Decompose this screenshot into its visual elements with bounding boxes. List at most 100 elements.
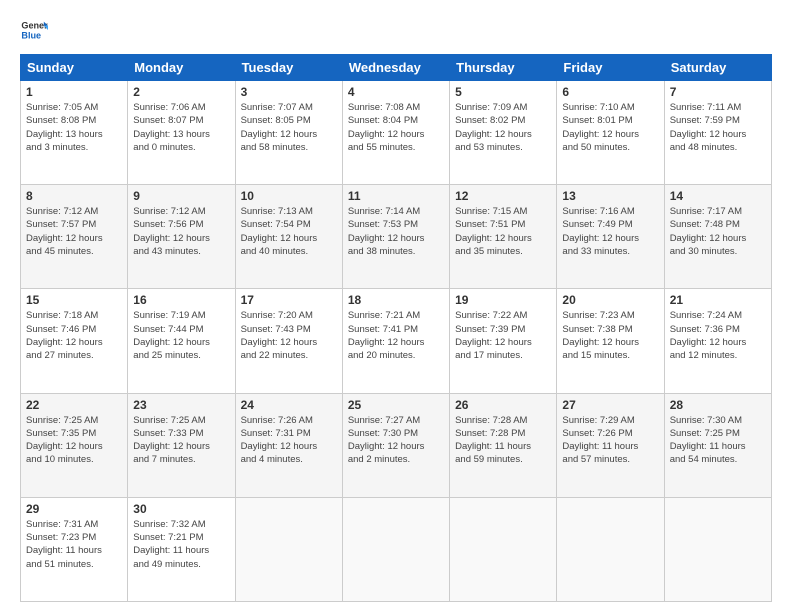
- week-row-3: 15 Sunrise: 7:18 AM Sunset: 7:46 PM Dayli…: [21, 289, 772, 393]
- day-info: Sunrise: 7:10 AM Sunset: 8:01 PM Dayligh…: [562, 101, 658, 154]
- day-cell: 16 Sunrise: 7:19 AM Sunset: 7:44 PM Dayli…: [128, 289, 235, 393]
- logo: General Blue: [20, 16, 48, 44]
- day-cell: 30 Sunrise: 7:32 AM Sunset: 7:21 PM Dayli…: [128, 497, 235, 601]
- day-cell: 7 Sunrise: 7:11 AM Sunset: 7:59 PM Daylig…: [664, 81, 771, 185]
- weekday-header-tuesday: Tuesday: [235, 55, 342, 81]
- day-cell: [557, 497, 664, 601]
- day-number: 28: [670, 398, 766, 412]
- day-number: 13: [562, 189, 658, 203]
- week-row-4: 22 Sunrise: 7:25 AM Sunset: 7:35 PM Dayli…: [21, 393, 772, 497]
- day-info: Sunrise: 7:32 AM Sunset: 7:21 PM Dayligh…: [133, 518, 229, 571]
- day-info: Sunrise: 7:20 AM Sunset: 7:43 PM Dayligh…: [241, 309, 337, 362]
- logo-icon: General Blue: [20, 16, 48, 44]
- day-info: Sunrise: 7:08 AM Sunset: 8:04 PM Dayligh…: [348, 101, 444, 154]
- day-cell: 14Sunrise: 7:17 AM Sunset: 7:48 PM Dayli…: [664, 185, 771, 289]
- day-number: 9: [133, 189, 229, 203]
- day-cell: 18Sunrise: 7:21 AM Sunset: 7:41 PM Dayli…: [342, 289, 449, 393]
- day-number: 27: [562, 398, 658, 412]
- day-number: 4: [348, 85, 444, 99]
- day-number: 16: [133, 293, 229, 307]
- weekday-header-thursday: Thursday: [450, 55, 557, 81]
- weekday-header-wednesday: Wednesday: [342, 55, 449, 81]
- day-info: Sunrise: 7:23 AM Sunset: 7:38 PM Dayligh…: [562, 309, 658, 362]
- day-cell: 26Sunrise: 7:28 AM Sunset: 7:28 PM Dayli…: [450, 393, 557, 497]
- day-info: Sunrise: 7:16 AM Sunset: 7:49 PM Dayligh…: [562, 205, 658, 258]
- day-info: Sunrise: 7:07 AM Sunset: 8:05 PM Dayligh…: [241, 101, 337, 154]
- day-number: 18: [348, 293, 444, 307]
- day-cell: [235, 497, 342, 601]
- day-info: Sunrise: 7:31 AM Sunset: 7:23 PM Dayligh…: [26, 518, 122, 571]
- day-number: 7: [670, 85, 766, 99]
- week-row-5: 29 Sunrise: 7:31 AM Sunset: 7:23 PM Dayli…: [21, 497, 772, 601]
- day-number: 25: [348, 398, 444, 412]
- day-info: Sunrise: 7:11 AM Sunset: 7:59 PM Dayligh…: [670, 101, 766, 154]
- day-cell: 6 Sunrise: 7:10 AM Sunset: 8:01 PM Daylig…: [557, 81, 664, 185]
- day-number: 19: [455, 293, 551, 307]
- day-cell: 29 Sunrise: 7:31 AM Sunset: 7:23 PM Dayli…: [21, 497, 128, 601]
- day-cell: 27 Sunrise: 7:29 AM Sunset: 7:26 PM Dayli…: [557, 393, 664, 497]
- day-cell: 8 Sunrise: 7:12 AM Sunset: 7:57 PM Daylig…: [21, 185, 128, 289]
- day-info: Sunrise: 7:06 AM Sunset: 8:07 PM Dayligh…: [133, 101, 229, 154]
- day-number: 11: [348, 189, 444, 203]
- day-number: 10: [241, 189, 337, 203]
- day-number: 3: [241, 85, 337, 99]
- day-cell: 2Sunrise: 7:06 AM Sunset: 8:07 PM Daylig…: [128, 81, 235, 185]
- day-cell: [664, 497, 771, 601]
- calendar-table: SundayMondayTuesdayWednesdayThursdayFrid…: [20, 54, 772, 602]
- day-info: Sunrise: 7:05 AM Sunset: 8:08 PM Dayligh…: [26, 101, 122, 154]
- day-cell: 21 Sunrise: 7:24 AM Sunset: 7:36 PM Dayli…: [664, 289, 771, 393]
- day-number: 24: [241, 398, 337, 412]
- day-number: 21: [670, 293, 766, 307]
- day-cell: 10 Sunrise: 7:13 AM Sunset: 7:54 PM Dayli…: [235, 185, 342, 289]
- day-cell: 25Sunrise: 7:27 AM Sunset: 7:30 PM Dayli…: [342, 393, 449, 497]
- day-number: 22: [26, 398, 122, 412]
- weekday-header-monday: Monday: [128, 55, 235, 81]
- day-number: 1: [26, 85, 122, 99]
- day-cell: 28 Sunrise: 7:30 AM Sunset: 7:25 PM Dayli…: [664, 393, 771, 497]
- day-cell: [450, 497, 557, 601]
- day-number: 29: [26, 502, 122, 516]
- day-number: 17: [241, 293, 337, 307]
- day-number: 5: [455, 85, 551, 99]
- day-cell: 24 Sunrise: 7:26 AM Sunset: 7:31 PM Dayli…: [235, 393, 342, 497]
- day-number: 15: [26, 293, 122, 307]
- day-info: Sunrise: 7:13 AM Sunset: 7:54 PM Dayligh…: [241, 205, 337, 258]
- day-number: 23: [133, 398, 229, 412]
- svg-text:Blue: Blue: [21, 30, 41, 40]
- day-number: 8: [26, 189, 122, 203]
- weekday-header-sunday: Sunday: [21, 55, 128, 81]
- day-cell: 5Sunrise: 7:09 AM Sunset: 8:02 PM Daylig…: [450, 81, 557, 185]
- weekday-header-saturday: Saturday: [664, 55, 771, 81]
- day-cell: 15 Sunrise: 7:18 AM Sunset: 7:46 PM Dayli…: [21, 289, 128, 393]
- week-row-1: 1 Sunrise: 7:05 AM Sunset: 8:08 PM Daylig…: [21, 81, 772, 185]
- day-info: Sunrise: 7:26 AM Sunset: 7:31 PM Dayligh…: [241, 414, 337, 467]
- day-info: Sunrise: 7:30 AM Sunset: 7:25 PM Dayligh…: [670, 414, 766, 467]
- day-cell: 22 Sunrise: 7:25 AM Sunset: 7:35 PM Dayli…: [21, 393, 128, 497]
- day-info: Sunrise: 7:25 AM Sunset: 7:33 PM Dayligh…: [133, 414, 229, 467]
- day-info: Sunrise: 7:24 AM Sunset: 7:36 PM Dayligh…: [670, 309, 766, 362]
- day-cell: 12Sunrise: 7:15 AM Sunset: 7:51 PM Dayli…: [450, 185, 557, 289]
- day-info: Sunrise: 7:17 AM Sunset: 7:48 PM Dayligh…: [670, 205, 766, 258]
- day-cell: 20 Sunrise: 7:23 AM Sunset: 7:38 PM Dayli…: [557, 289, 664, 393]
- day-cell: 1 Sunrise: 7:05 AM Sunset: 8:08 PM Daylig…: [21, 81, 128, 185]
- day-number: 6: [562, 85, 658, 99]
- day-info: Sunrise: 7:29 AM Sunset: 7:26 PM Dayligh…: [562, 414, 658, 467]
- day-cell: 17 Sunrise: 7:20 AM Sunset: 7:43 PM Dayli…: [235, 289, 342, 393]
- day-info: Sunrise: 7:18 AM Sunset: 7:46 PM Dayligh…: [26, 309, 122, 362]
- day-info: Sunrise: 7:12 AM Sunset: 7:57 PM Dayligh…: [26, 205, 122, 258]
- page-header: General Blue: [20, 16, 772, 44]
- day-info: Sunrise: 7:28 AM Sunset: 7:28 PM Dayligh…: [455, 414, 551, 467]
- day-cell: 19 Sunrise: 7:22 AM Sunset: 7:39 PM Dayli…: [450, 289, 557, 393]
- day-number: 30: [133, 502, 229, 516]
- day-info: Sunrise: 7:14 AM Sunset: 7:53 PM Dayligh…: [348, 205, 444, 258]
- day-info: Sunrise: 7:15 AM Sunset: 7:51 PM Dayligh…: [455, 205, 551, 258]
- calendar-page: General Blue SundayMondayTuesdayWednesda…: [0, 0, 792, 612]
- day-cell: 4 Sunrise: 7:08 AM Sunset: 8:04 PM Daylig…: [342, 81, 449, 185]
- day-cell: 9Sunrise: 7:12 AM Sunset: 7:56 PM Daylig…: [128, 185, 235, 289]
- day-info: Sunrise: 7:19 AM Sunset: 7:44 PM Dayligh…: [133, 309, 229, 362]
- day-cell: 13 Sunrise: 7:16 AM Sunset: 7:49 PM Dayli…: [557, 185, 664, 289]
- day-info: Sunrise: 7:25 AM Sunset: 7:35 PM Dayligh…: [26, 414, 122, 467]
- day-info: Sunrise: 7:22 AM Sunset: 7:39 PM Dayligh…: [455, 309, 551, 362]
- day-cell: 23 Sunrise: 7:25 AM Sunset: 7:33 PM Dayli…: [128, 393, 235, 497]
- day-number: 20: [562, 293, 658, 307]
